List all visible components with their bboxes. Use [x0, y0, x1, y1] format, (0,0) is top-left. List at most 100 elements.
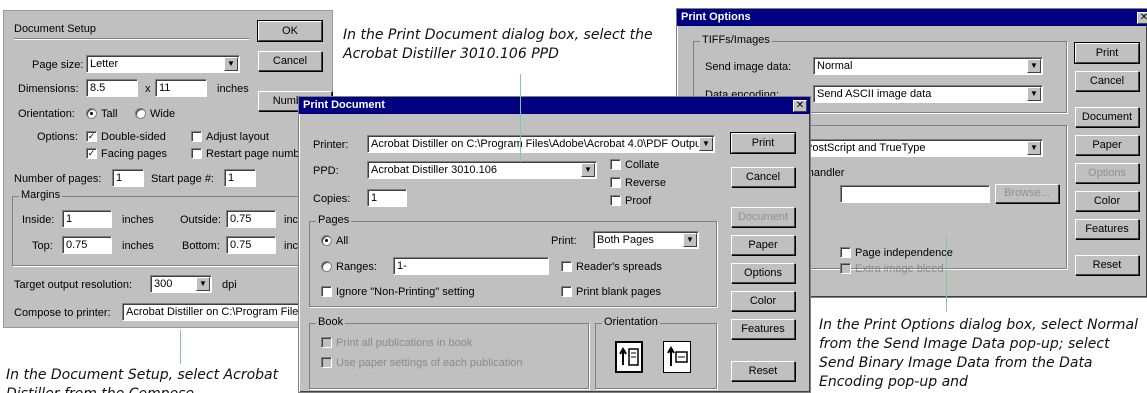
page-size-select[interactable]: Letter ▼: [86, 55, 240, 73]
facing-pages-checkbox[interactable]: ✓: [86, 148, 97, 159]
ignore-nonprinting-checkbox[interactable]: [321, 286, 332, 297]
options-cancel-button[interactable]: Cancel: [1075, 71, 1139, 91]
options-features-button[interactable]: Features: [1075, 219, 1139, 239]
orientation-group: Orientation: [595, 316, 717, 389]
tall-radio[interactable]: [86, 108, 97, 119]
tiffs-images-label: TIFFs/Images: [700, 34, 772, 46]
copies-input[interactable]: 1: [367, 189, 407, 207]
print-document-titlebar: Print Document: [299, 97, 810, 114]
print-button[interactable]: Print: [730, 132, 796, 154]
book-group: Book: [309, 316, 589, 389]
num-pages-input[interactable]: 1: [112, 169, 144, 187]
ok-button[interactable]: OK: [257, 20, 323, 42]
document-button[interactable]: Document: [731, 207, 795, 227]
close-icon[interactable]: ✕: [1137, 12, 1147, 24]
extra-bleed-checkbox[interactable]: [840, 263, 851, 274]
inside-input[interactable]: 1: [62, 210, 112, 228]
dpi-label: dpi: [222, 279, 237, 291]
book-group-label: Book: [316, 316, 346, 328]
print-all-pubs-checkbox[interactable]: [321, 337, 332, 348]
adjust-layout-label: Adjust layout: [206, 131, 269, 143]
bottom-input[interactable]: 0.75: [226, 236, 276, 254]
margins-group-label: Margins: [19, 189, 63, 201]
cancel-button[interactable]: Cancel: [731, 167, 795, 187]
dimension-x-label: x: [145, 83, 151, 95]
readers-spreads-checkbox[interactable]: [561, 261, 572, 272]
target-resolution-select[interactable]: 300 ▼: [150, 275, 212, 293]
inside-label: Inside:: [22, 214, 55, 226]
leader-line-print-document: [520, 74, 521, 162]
height-input[interactable]: 11: [155, 79, 207, 97]
document-setup-dialog: Document Setup OK Cancel Numbers Page si…: [3, 10, 352, 328]
options-options-button[interactable]: Options: [1075, 163, 1139, 183]
portrait-orientation-icon[interactable]: [615, 341, 643, 373]
width-input[interactable]: 8.5: [86, 79, 138, 97]
orientation-group-label: Orientation: [602, 316, 660, 328]
ranges-input[interactable]: 1-: [393, 257, 549, 275]
use-paper-label: Use paper settings of each publication: [336, 357, 523, 369]
page-independence-checkbox[interactable]: [840, 247, 851, 258]
wide-label: Wide: [150, 108, 176, 120]
options-document-button[interactable]: Document: [1075, 107, 1139, 127]
print-document-dialog: Print Document ✕ Printer: Acrobat Distil…: [298, 96, 811, 393]
outside-input[interactable]: 0.75: [226, 210, 276, 228]
dimensions-label: Dimensions:: [18, 83, 79, 95]
printer-select[interactable]: Acrobat Distiller on C:\Program Files\Ad…: [367, 135, 715, 153]
print-blank-checkbox[interactable]: [561, 286, 572, 297]
print-which-select[interactable]: Both Pages ▼: [593, 231, 699, 249]
reverse-label: Reverse: [625, 177, 666, 189]
print-which-label: Print:: [551, 235, 577, 247]
ppd-select[interactable]: Acrobat Distiller 3010.106 ▼: [367, 161, 597, 179]
chevron-down-icon: ▼: [224, 57, 238, 71]
browse-button[interactable]: Browse...: [995, 184, 1059, 203]
printer-value: Acrobat Distiller on C:\Program Files\Ad…: [371, 138, 705, 150]
color-button[interactable]: Color: [731, 291, 795, 311]
chevron-down-icon: ▼: [1027, 59, 1041, 73]
print-blank-label: Print blank pages: [576, 286, 661, 298]
reverse-checkbox[interactable]: [610, 177, 621, 188]
options-color-button[interactable]: Color: [1075, 191, 1139, 211]
restart-page-checkbox[interactable]: [191, 148, 202, 159]
double-sided-checkbox[interactable]: ✓: [86, 131, 97, 142]
ppd-value: Acrobat Distiller 3010.106: [371, 164, 497, 176]
proof-checkbox[interactable]: [610, 195, 621, 206]
all-radio[interactable]: [321, 235, 332, 246]
caption-document-setup: In the Document Setup, select Acrobat Di…: [6, 367, 279, 393]
send-image-label: Send image data:: [705, 61, 792, 73]
compose-label: Compose to printer:: [14, 307, 111, 319]
features-button[interactable]: Features: [731, 319, 795, 339]
adjust-layout-checkbox[interactable]: [191, 131, 202, 142]
chevron-down-icon: ▼: [1027, 87, 1041, 101]
options-paper-button[interactable]: Paper: [1075, 135, 1139, 155]
top-label: Top:: [32, 240, 53, 252]
fonts-select[interactable]: PostScript and TrueType ▼: [801, 139, 1043, 157]
leader-line-print-options: [946, 236, 947, 312]
cancel-button[interactable]: Cancel: [258, 51, 322, 71]
inside-units: inches: [122, 214, 154, 226]
orientation-label: Orientation:: [18, 108, 75, 120]
caption-print-options: In the Print Options dialog box, select …: [819, 317, 1138, 390]
pages-group-label: Pages: [316, 214, 352, 226]
tall-label: Tall: [101, 108, 118, 120]
printer-label: Printer:: [313, 139, 349, 151]
close-icon[interactable]: ✕: [793, 100, 807, 112]
ranges-radio[interactable]: [321, 261, 332, 272]
options-reset-button[interactable]: Reset: [1075, 255, 1139, 275]
wide-radio[interactable]: [135, 108, 146, 119]
reset-button[interactable]: Reset: [731, 361, 795, 381]
use-paper-checkbox[interactable]: [321, 357, 332, 368]
ranges-label: Ranges:: [336, 261, 377, 273]
paper-button[interactable]: Paper: [731, 235, 795, 255]
options-button[interactable]: Options: [731, 263, 795, 283]
top-input[interactable]: 0.75: [62, 236, 112, 254]
target-resolution-label: Target output resolution:: [14, 279, 133, 291]
landscape-orientation-icon[interactable]: [663, 341, 691, 373]
send-image-select[interactable]: Normal ▼: [813, 57, 1043, 75]
options-print-button[interactable]: Print: [1074, 42, 1140, 64]
print-options-title: Print Options: [681, 11, 751, 23]
start-page-input[interactable]: 1: [224, 169, 256, 187]
collate-checkbox[interactable]: [610, 159, 621, 170]
data-encoding-select[interactable]: Send ASCII image data ▼: [813, 85, 1043, 103]
handler-input[interactable]: [840, 185, 990, 203]
readers-spreads-label: Reader's spreads: [576, 261, 662, 273]
